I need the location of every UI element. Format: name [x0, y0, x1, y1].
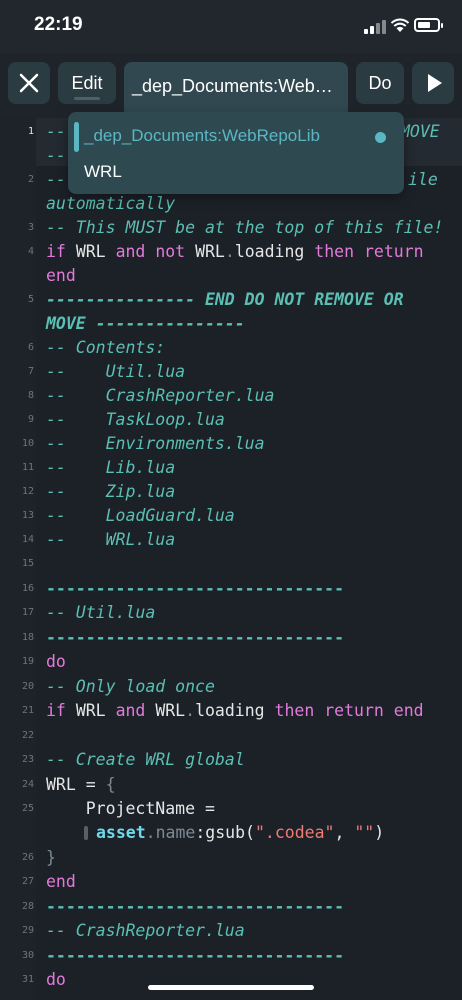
code-line: ------------------------------ [46, 897, 345, 916]
line-number: 13 [21, 510, 34, 521]
edit-button[interactable]: Edit [58, 62, 116, 104]
dropdown-item-wrl[interactable]: WRL [84, 162, 122, 182]
code-line: -- Create WRL global [46, 750, 245, 769]
code-line: if WRL and not WRL.loading then return [46, 242, 424, 261]
line-number: 14 [21, 534, 34, 545]
cellular-signal-icon [364, 20, 386, 34]
line-number: 16 [21, 583, 34, 594]
code-line: -- [46, 146, 66, 165]
line-number: 20 [21, 681, 34, 692]
line-number: 22 [21, 730, 34, 741]
code-line: end [46, 266, 76, 285]
line-number: 5 [27, 294, 34, 305]
code-line: do [46, 970, 66, 989]
play-icon [428, 74, 442, 92]
code-line: -- Only load once [46, 677, 215, 696]
line-number: 28 [21, 901, 34, 912]
line-number: 29 [21, 925, 34, 936]
tab-dropdown-menu: _dep_Documents:WebRepoLib WRL [68, 112, 404, 194]
tab-label: _dep_Documents:WebRepoLib [132, 76, 348, 96]
home-indicator[interactable] [148, 985, 314, 990]
line-number: 4 [27, 246, 34, 257]
line-number: 17 [21, 607, 34, 618]
close-button[interactable] [8, 62, 50, 104]
line-number: 10 [21, 438, 34, 449]
code-line: } [46, 848, 56, 867]
code-line: automatically [46, 194, 176, 213]
line-number: 3 [27, 222, 34, 233]
code-line: end [46, 872, 76, 891]
editor-toolbar: Edit _dep_Documents:WebRepoLib Do [0, 54, 462, 118]
code-line: do [46, 652, 66, 671]
code-line: -- Zip.lua [46, 482, 176, 501]
line-number: 2 [27, 174, 34, 185]
battery-icon [414, 18, 443, 32]
line-number: 23 [21, 754, 34, 765]
dropdown-item-webrepolib[interactable]: _dep_Documents:WebRepoLib [84, 126, 320, 146]
edit-underline [74, 97, 100, 100]
line-number: 12 [21, 486, 34, 497]
line-number: 15 [21, 558, 34, 569]
line-number: 1 [27, 126, 34, 137]
edit-button-label: Edit [71, 73, 103, 93]
line-number: 19 [21, 656, 34, 667]
line-number: 11 [21, 462, 34, 473]
selected-indicator [74, 122, 79, 152]
code-line: -- Util.lua [46, 603, 156, 622]
code-line: -- Util.lua [46, 362, 186, 381]
close-icon [19, 73, 39, 93]
status-time: 22:19 [34, 14, 83, 35]
line-number: 21 [21, 705, 34, 716]
do-button-label: Do [368, 73, 392, 93]
code-line: ProjectName = [46, 799, 215, 818]
code-line: -- LoadGuard.lua [46, 506, 235, 525]
code-line: asset.name:gsub(".codea", "") [96, 823, 385, 842]
code-line: WRL = { [46, 775, 116, 794]
code-line: -- [46, 122, 66, 141]
wifi-icon [390, 18, 410, 32]
status-bar: 22:19 [0, 0, 462, 54]
code-line: -- [46, 170, 66, 189]
code-line: if WRL and WRL.loading then return end [46, 701, 424, 720]
code-line: -- This MUST be at the top of this file! [46, 218, 444, 237]
code-line: ------------------------------ [46, 946, 345, 965]
unsaved-dot-icon [375, 132, 386, 143]
code-line: ile [408, 170, 438, 189]
run-button[interactable] [412, 62, 454, 104]
indent-guide [84, 826, 88, 840]
line-number: 30 [21, 950, 34, 961]
line-number: 7 [27, 366, 34, 377]
tab-webrepolib[interactable]: _dep_Documents:WebRepoLib [124, 62, 348, 112]
code-line: MOVE --------------- [46, 314, 245, 333]
code-line: ------------------------------ [46, 579, 345, 598]
line-number: 27 [21, 876, 34, 887]
line-number: 26 [21, 852, 34, 863]
code-line: -- Environments.lua [46, 434, 265, 453]
code-line: MOVE [400, 122, 440, 141]
do-button[interactable]: Do [356, 62, 404, 104]
line-number: 31 [21, 974, 34, 985]
code-line: -- TaskLoop.lua [46, 410, 225, 429]
line-number: 18 [21, 632, 34, 643]
code-line: ------------------------------ [46, 628, 345, 647]
code-line: -- CrashReporter.lua [46, 921, 245, 940]
code-line: -- Lib.lua [46, 458, 176, 477]
code-line: -- CrashReporter.lua [46, 386, 275, 405]
line-number: 25 [21, 803, 34, 814]
line-number: 9 [27, 414, 34, 425]
line-number: 8 [27, 390, 34, 401]
line-number: 24 [21, 779, 34, 790]
line-number: 6 [27, 342, 34, 353]
code-line: -- Contents: [46, 338, 166, 357]
code-line: -- WRL.lua [46, 530, 176, 549]
code-line: --------------- END DO NOT REMOVE OR [46, 290, 404, 309]
